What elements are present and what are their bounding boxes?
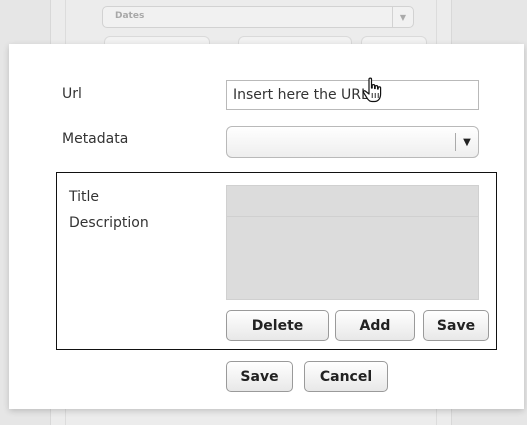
chevron-down-icon: ▼ [392,7,413,27]
panel-save-button[interactable]: Save [423,310,489,341]
title-label: Title [69,189,100,205]
description-label: Description [69,215,149,231]
metadata-select[interactable]: ▼ [226,126,479,158]
delete-button[interactable]: Delete [226,310,329,341]
url-label: Url [62,86,82,102]
add-button[interactable]: Add [335,310,415,341]
metadata-label: Metadata [62,131,129,147]
cancel-button[interactable]: Cancel [304,361,388,392]
url-input[interactable] [226,80,479,110]
hand-pointer-icon [362,77,382,103]
title-field[interactable] [226,185,479,217]
save-button[interactable]: Save [226,361,293,392]
add-url-dialog: Url Metadata ▼ Title Description Delete … [9,44,524,409]
metadata-panel: Title Description Delete Add Save [56,172,497,350]
background-dates-select: Dates ▼ [102,6,414,28]
chevron-down-icon: ▼ [455,133,478,151]
background-select-label: Dates [115,11,145,21]
description-field[interactable] [226,216,479,300]
